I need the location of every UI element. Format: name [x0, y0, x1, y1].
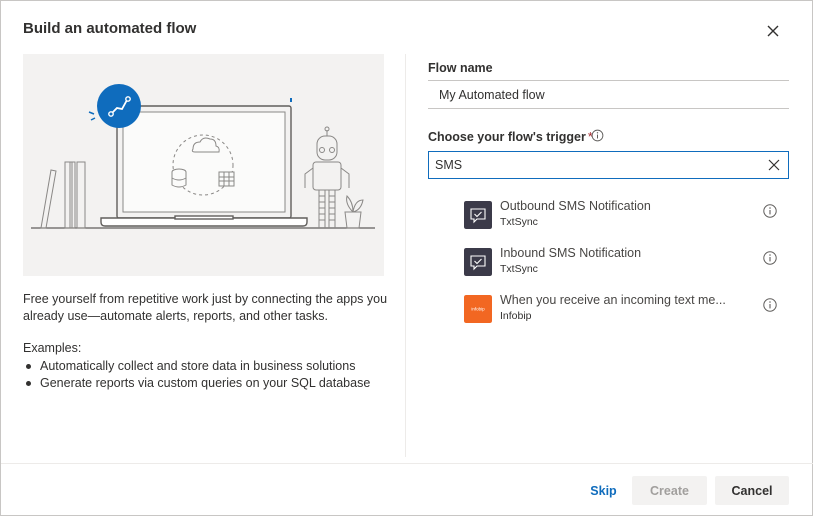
flow-name-label: Flow name [428, 61, 493, 75]
example-item: Generate reports via custom queries on y… [23, 375, 393, 392]
trigger-result-infobip[interactable]: infobip When you receive an incoming tex… [456, 291, 789, 331]
illustration-panel [23, 54, 384, 276]
dialog-description: Free yourself from repetitive work just … [23, 292, 388, 323]
result-title: When you receive an incoming text me... [500, 293, 726, 307]
chat-check-icon [464, 201, 492, 229]
table-icon [218, 171, 235, 187]
trigger-search-input[interactable] [429, 152, 759, 178]
result-title: Inbound SMS Notification [500, 246, 642, 260]
infobip-logo: infobip [464, 295, 492, 323]
result-connector: TxtSync [500, 216, 538, 228]
cancel-button[interactable]: Cancel [715, 476, 789, 505]
laptop-icon [100, 105, 308, 227]
info-icon[interactable] [763, 298, 777, 312]
trigger-label: Choose your flow's trigger * [428, 130, 593, 144]
flow-name-input[interactable] [428, 80, 789, 109]
info-icon[interactable] [591, 129, 604, 142]
result-connector: TxtSync [500, 263, 538, 275]
flow-badge-icon [88, 84, 141, 128]
vertical-divider [405, 54, 406, 457]
close-icon[interactable] [762, 20, 784, 42]
svg-text:infobip: infobip [471, 307, 485, 312]
example-item: Automatically collect and store data in … [23, 358, 393, 375]
examples-list: Automatically collect and store data in … [23, 358, 393, 392]
skip-button[interactable]: Skip [581, 476, 626, 505]
create-button[interactable]: Create [632, 476, 707, 505]
info-icon[interactable] [763, 251, 777, 265]
plant-icon [344, 195, 364, 229]
trigger-result-outbound-sms[interactable]: Outbound SMS Notification TxtSync [456, 197, 789, 237]
build-automated-flow-dialog: Build an automated flow Free yourself fr… [0, 0, 813, 516]
chat-check-icon [464, 248, 492, 276]
trigger-result-inbound-sms[interactable]: Inbound SMS Notification TxtSync [456, 244, 789, 284]
trigger-label-text: Choose your flow's trigger [428, 130, 586, 144]
examples-heading: Examples: [23, 341, 82, 355]
clear-search-icon[interactable] [767, 158, 781, 172]
footer-divider [1, 463, 813, 464]
result-connector: Infobip [500, 310, 532, 322]
trigger-search-box [428, 151, 789, 179]
books-icon [40, 161, 86, 229]
dialog-title: Build an automated flow [23, 20, 197, 37]
result-title: Outbound SMS Notification [500, 199, 651, 213]
database-icon [171, 168, 187, 188]
laptop-robot-illustration [31, 84, 375, 229]
robot-icon [304, 126, 350, 228]
info-icon[interactable] [763, 204, 777, 218]
